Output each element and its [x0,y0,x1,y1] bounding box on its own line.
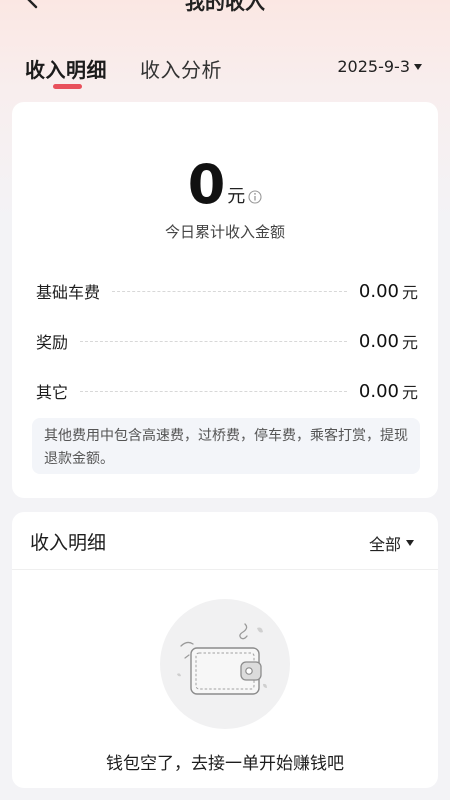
header: 我的收入 [0,0,450,22]
page-title: 我的收入 [185,0,265,14]
date-filter[interactable]: 2025-9-3 [337,57,422,76]
active-tab-indicator [53,84,82,89]
other-fees-note: 其他费用中包含高速费，过桥费，停车费，乘客打赏，提现退款金额。 [32,418,420,474]
line-item-label: 奖励 [36,333,69,352]
dotted-leader [112,290,347,292]
line-item-value: 0.00 [358,380,399,402]
line-item-value: 0.00 [358,330,399,352]
date-filter-value: 2025-9-3 [337,57,410,76]
total-amount-label: 今日累计收入金额 [164,223,285,241]
line-item-unit: 元 [401,383,418,402]
tab-income-details[interactable]: 收入明细 [25,54,107,83]
caret-down-icon [406,540,414,546]
line-item-label: 其它 [36,383,69,402]
info-icon[interactable] [248,190,262,204]
line-item-other: 其它 0.00 元 [36,378,418,404]
details-title: 收入明细 [30,532,107,554]
line-item-base-fare: 基础车费 0.00 元 [36,278,418,304]
empty-state-text: 钱包空了，去接一单开始赚钱吧 [106,754,344,774]
line-item-label: 基础车费 [36,283,101,302]
total-amount-unit: 元 [227,186,246,207]
line-item-unit: 元 [401,283,418,302]
total-amount-value: 0 [187,153,226,216]
income-details-card: 收入明细 全部 钱包空了，去接一单开始赚钱吧 [12,512,438,788]
line-item-reward: 奖励 0.00 元 [36,328,418,354]
details-filter-value: 全部 [368,535,401,554]
dotted-leader [80,340,347,342]
dotted-leader [80,390,347,392]
total-amount: 0 元 [12,150,438,212]
tab-bar: 收入明细 收入分析 2025-9-3 [0,50,450,96]
line-item-unit: 元 [401,333,418,352]
details-filter[interactable]: 全部 [369,531,414,555]
income-summary-card: 0 元 今日累计收入金额 基础车费 0.00 元 奖励 0.00 元 其它 0.… [12,102,438,498]
caret-down-icon [414,63,422,70]
line-item-value: 0.00 [358,280,399,302]
tab-income-analysis[interactable]: 收入分析 [140,54,222,83]
details-header: 收入明细 全部 [12,512,438,570]
empty-wallet-icon [160,599,290,729]
